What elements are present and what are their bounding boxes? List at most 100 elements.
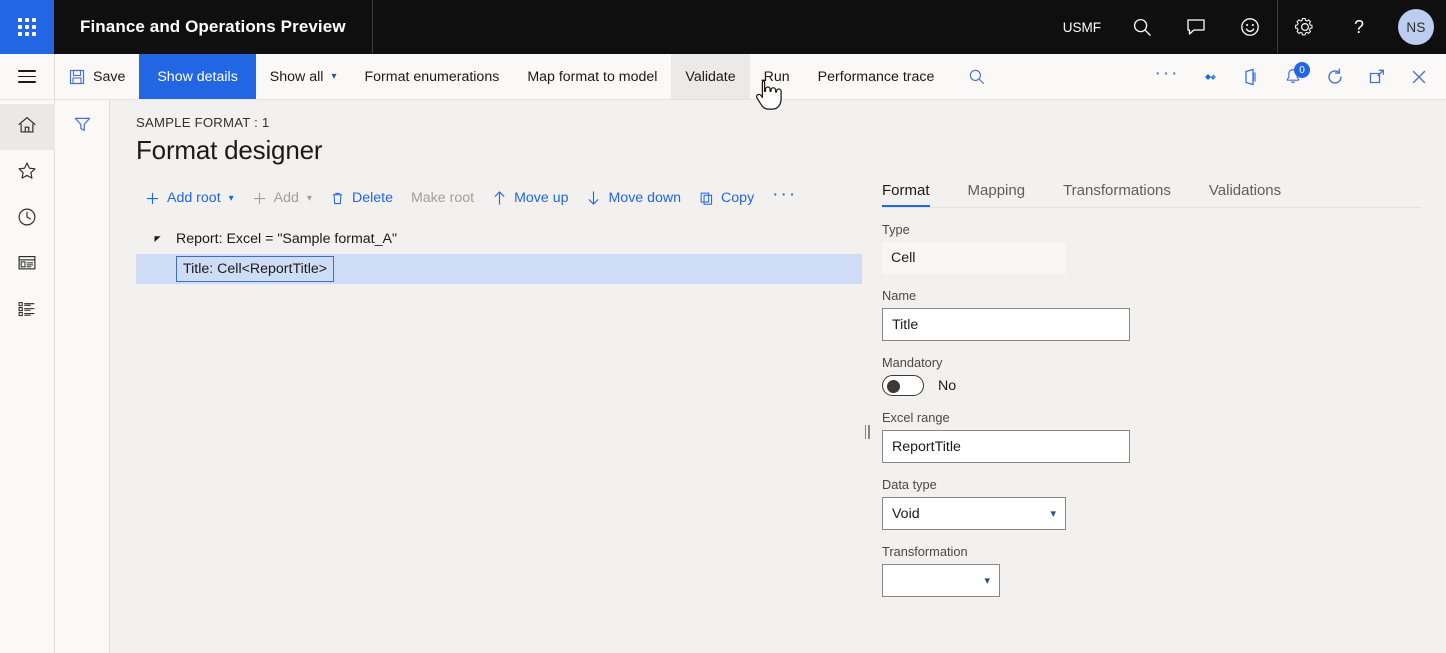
app-header-actions: USMF ? NS [1049,0,1446,54]
tree-row-root-label: Report: Excel = "Sample format_A" [176,231,398,247]
gear-icon[interactable] [1278,0,1332,54]
move-down-button[interactable]: Move down [577,182,690,214]
filter-funnel-icon[interactable] [65,109,99,139]
field-transformation: Transformation ▾ [882,544,1422,597]
app-title: Finance and Operations Preview [80,17,346,36]
copy-icon [699,191,714,206]
show-all-label: Show all [269,68,324,85]
type-label: Type [882,222,910,237]
sidebar-item-modules[interactable] [0,288,55,334]
type-value: Cell [882,242,1066,274]
show-all-button[interactable]: Show all ▾ [256,54,351,99]
add-label: Add [273,190,299,206]
move-up-label: Move up [514,190,569,206]
chevron-down-icon: ▾ [1050,508,1056,520]
name-label: Name [882,288,917,303]
transformation-select[interactable]: ▾ [882,564,1000,597]
star-favorites-icon [16,160,38,187]
name-input[interactable]: Title [882,308,1130,341]
save-label: Save [93,68,126,85]
company-selector[interactable]: USMF [1049,20,1115,35]
tree-row-child-label: Title: Cell<ReportTitle> [176,255,335,283]
hamburger-menu-icon[interactable] [0,54,55,99]
sidebar-item-workspaces[interactable] [0,242,55,288]
tab-transformations[interactable]: Transformations [1063,182,1187,207]
overflow-dots-icon: ··· [1154,63,1180,84]
excel-range-label: Excel range [882,410,950,425]
add-root-label: Add root [167,190,221,206]
add-button[interactable]: Add ▾ [243,182,321,214]
chevron-down-icon: ▾ [331,71,337,82]
expanded-triangle-icon[interactable] [150,234,166,244]
make-root-button[interactable]: Make root [402,182,483,214]
chat-icon[interactable] [1169,0,1223,54]
home-icon [16,114,38,141]
tree-row-child-selected[interactable]: Title: Cell<ReportTitle> [136,254,862,284]
open-in-new-window-icon[interactable] [1356,54,1398,99]
field-type: Type Cell [882,222,1422,274]
plus-icon [145,191,160,206]
field-data-type: Data type Void ▾ [882,477,1422,530]
validate-button[interactable]: Validate [671,54,750,99]
attachments-icon[interactable] [1188,54,1230,99]
field-name: Name Title [882,288,1422,341]
help-question-icon[interactable]: ? [1332,0,1386,54]
map-format-to-model-button[interactable]: Map format to model [513,54,671,99]
tab-format[interactable]: Format [882,182,946,207]
app-header: Finance and Operations Preview USMF ? NS [0,0,1446,54]
filter-column [55,100,110,653]
svg-text:?: ? [1354,17,1364,37]
smiley-icon[interactable] [1223,0,1277,54]
chevron-down-icon: ▾ [984,575,990,587]
sidebar-item-home[interactable] [0,104,55,150]
data-type-select[interactable]: Void ▾ [882,497,1066,530]
user-avatar-button[interactable]: NS [1386,0,1446,54]
office-export-icon[interactable] [1230,54,1272,99]
excel-range-input[interactable]: ReportTitle [882,430,1130,463]
overflow-menu-button[interactable]: ··· [1146,54,1188,99]
left-navigation-rail [0,100,55,653]
trash-icon [330,191,345,206]
transformation-label: Transformation [882,544,968,559]
sidebar-item-recent[interactable] [0,196,55,242]
tree-row-root[interactable]: Report: Excel = "Sample format_A" [136,224,862,254]
tree-action-toolbar: Add root ▾ Add ▾ Delete Make root Move u… [136,182,806,214]
move-up-button[interactable]: Move up [483,182,577,214]
header-divider-left [371,0,373,54]
toggle-knob [887,379,900,393]
search-icon[interactable] [1115,0,1169,54]
run-button[interactable]: Run [750,54,804,99]
field-excel-range: Excel range ReportTitle [882,410,1422,463]
tree-overflow-button[interactable]: ··· [763,182,806,214]
copy-button[interactable]: Copy [690,182,763,214]
command-bar: Save Show details Show all ▾ Format enum… [0,54,1446,100]
pane-splitter-handle[interactable] [862,422,872,442]
waffle-grid-icon[interactable] [0,0,54,54]
command-bar-right: ··· 0 [1146,54,1446,99]
add-root-button[interactable]: Add root ▾ [136,182,243,214]
main-content: SAMPLE FORMAT : 1 Format designer Add ro… [110,100,1446,653]
arrow-up-icon [492,190,507,206]
mandatory-label: Mandatory [882,355,943,370]
format-enumerations-button[interactable]: Format enumerations [350,54,513,99]
sidebar-item-favorites[interactable] [0,150,55,196]
tab-mapping[interactable]: Mapping [968,182,1042,207]
close-icon[interactable] [1398,54,1440,99]
chevron-down-icon: ▾ [306,192,312,204]
show-details-button[interactable]: Show details [139,54,256,99]
app-root: Finance and Operations Preview USMF ? NS [0,0,1446,653]
delete-label: Delete [351,190,393,206]
mandatory-toggle[interactable] [882,375,924,396]
command-search-icon[interactable] [956,54,998,99]
save-button[interactable]: Save [55,54,139,99]
detail-pane: Format Mapping Transformations Validatio… [882,182,1422,597]
tab-validations[interactable]: Validations [1209,182,1297,207]
clock-recent-icon [16,206,38,233]
mandatory-value: No [938,377,957,394]
performance-trace-button[interactable]: Performance trace [804,54,949,99]
breadcrumb: SAMPLE FORMAT : 1 [136,115,270,130]
delete-button[interactable]: Delete [321,182,402,214]
notification-bell-icon[interactable]: 0 [1272,54,1314,99]
refresh-icon[interactable] [1314,54,1356,99]
format-tree: Report: Excel = "Sample format_A" Title:… [136,224,876,624]
